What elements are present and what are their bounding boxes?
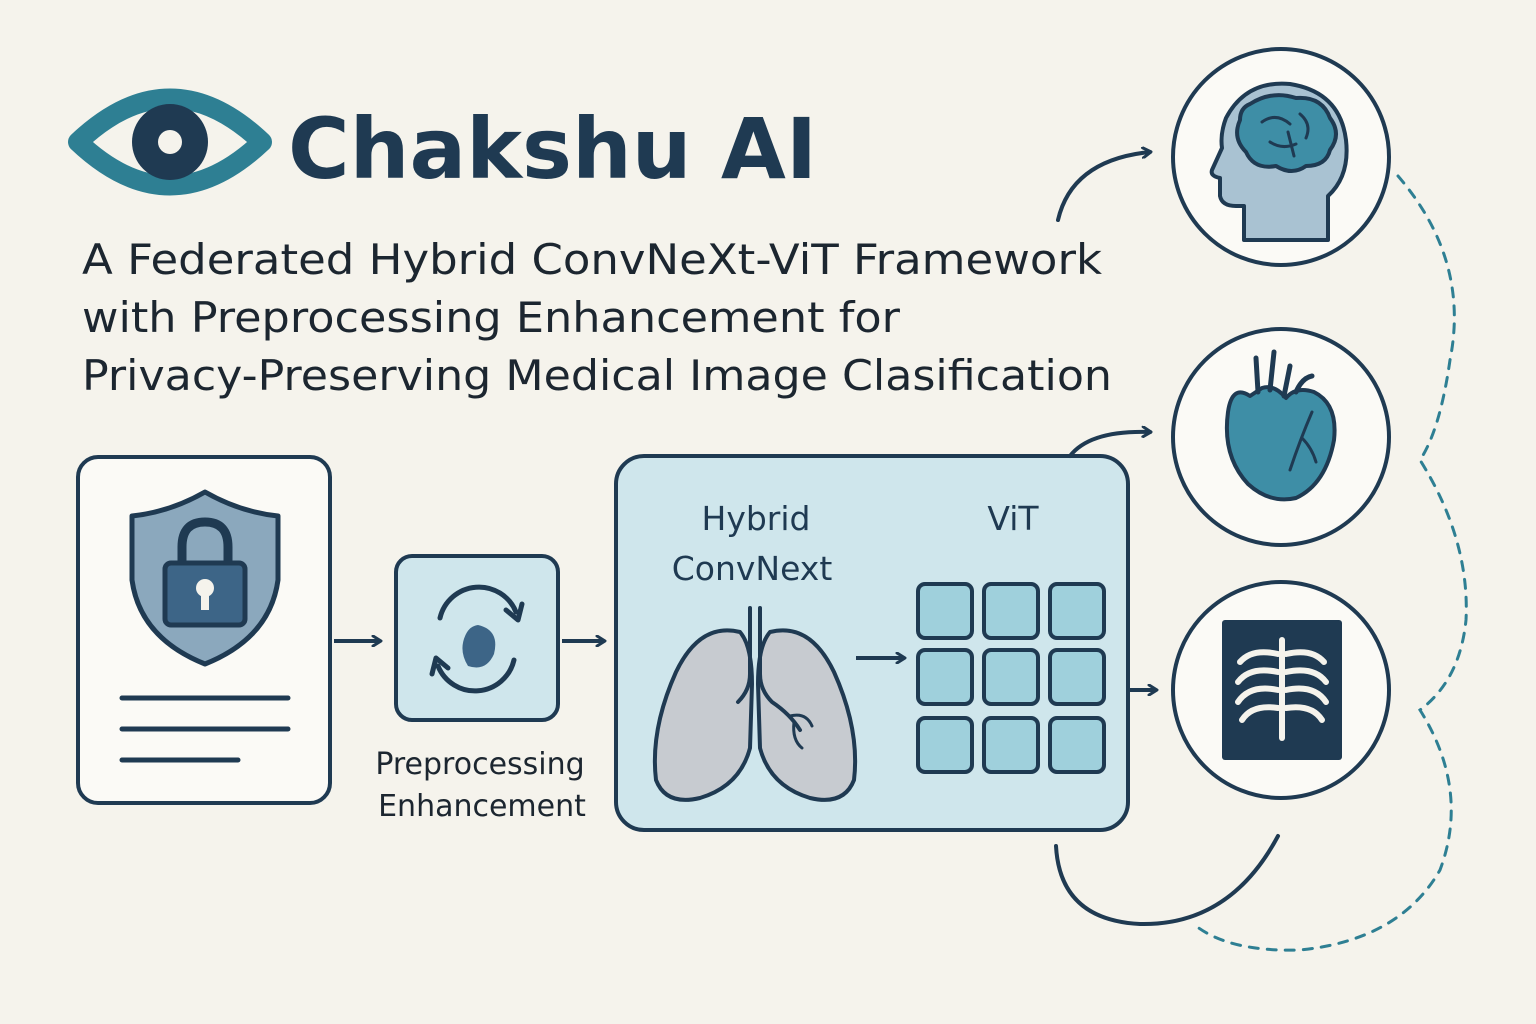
vit-patch [1048, 716, 1106, 774]
vit-patch [982, 582, 1040, 640]
subtitle-line-1: A Federated Hybrid ConvNeXt-ViT Framewor… [82, 235, 1103, 284]
input-privacy-card [76, 455, 332, 805]
vit-patch [916, 582, 974, 640]
arrow-to-brain-output [1056, 152, 1150, 222]
vit-patch [982, 716, 1040, 774]
arrow-to-heart-output [1068, 432, 1150, 458]
preprocessing-label-line-2: Enhancement [378, 789, 586, 824]
federated-dashed-path [1194, 174, 1468, 952]
federated-loop-arc [1054, 834, 1280, 927]
preprocessing-label-line-1: Preprocessing [375, 747, 584, 782]
federated-framework-diagram: Chakshu AI A Federated Hybrid ConvNeXt-V… [68, 47, 1468, 952]
eye-icon [68, 88, 272, 196]
output-node-brain [1171, 47, 1391, 267]
vit-patch [982, 648, 1040, 706]
convnext-label-line-2: ConvNext [672, 549, 833, 588]
convnext-label-line-1: Hybrid [702, 499, 811, 538]
hybrid-model-panel: Hybrid ConvNext ViT [614, 454, 1130, 832]
brand-name: Chakshu AI [288, 100, 817, 198]
subtitle-line-2: with Preprocessing Enhancement for [82, 293, 901, 342]
vit-patch [1048, 648, 1106, 706]
subtitle: A Federated Hybrid ConvNeXt-ViT Framewor… [82, 235, 1112, 400]
preprocessing-box [394, 554, 560, 722]
patch-grid-icon [916, 582, 1106, 774]
output-node-heart [1171, 327, 1391, 547]
chest-xray-icon [1222, 620, 1342, 760]
vit-patch [916, 716, 974, 774]
vit-patch [916, 648, 974, 706]
vit-patch [1048, 582, 1106, 640]
subtitle-line-3: Privacy-Preserving Medical Image Clasifi… [82, 351, 1112, 400]
brand-logo: Chakshu AI [68, 88, 817, 198]
output-node-chest-xray [1171, 580, 1391, 800]
vit-label: ViT [987, 499, 1039, 538]
